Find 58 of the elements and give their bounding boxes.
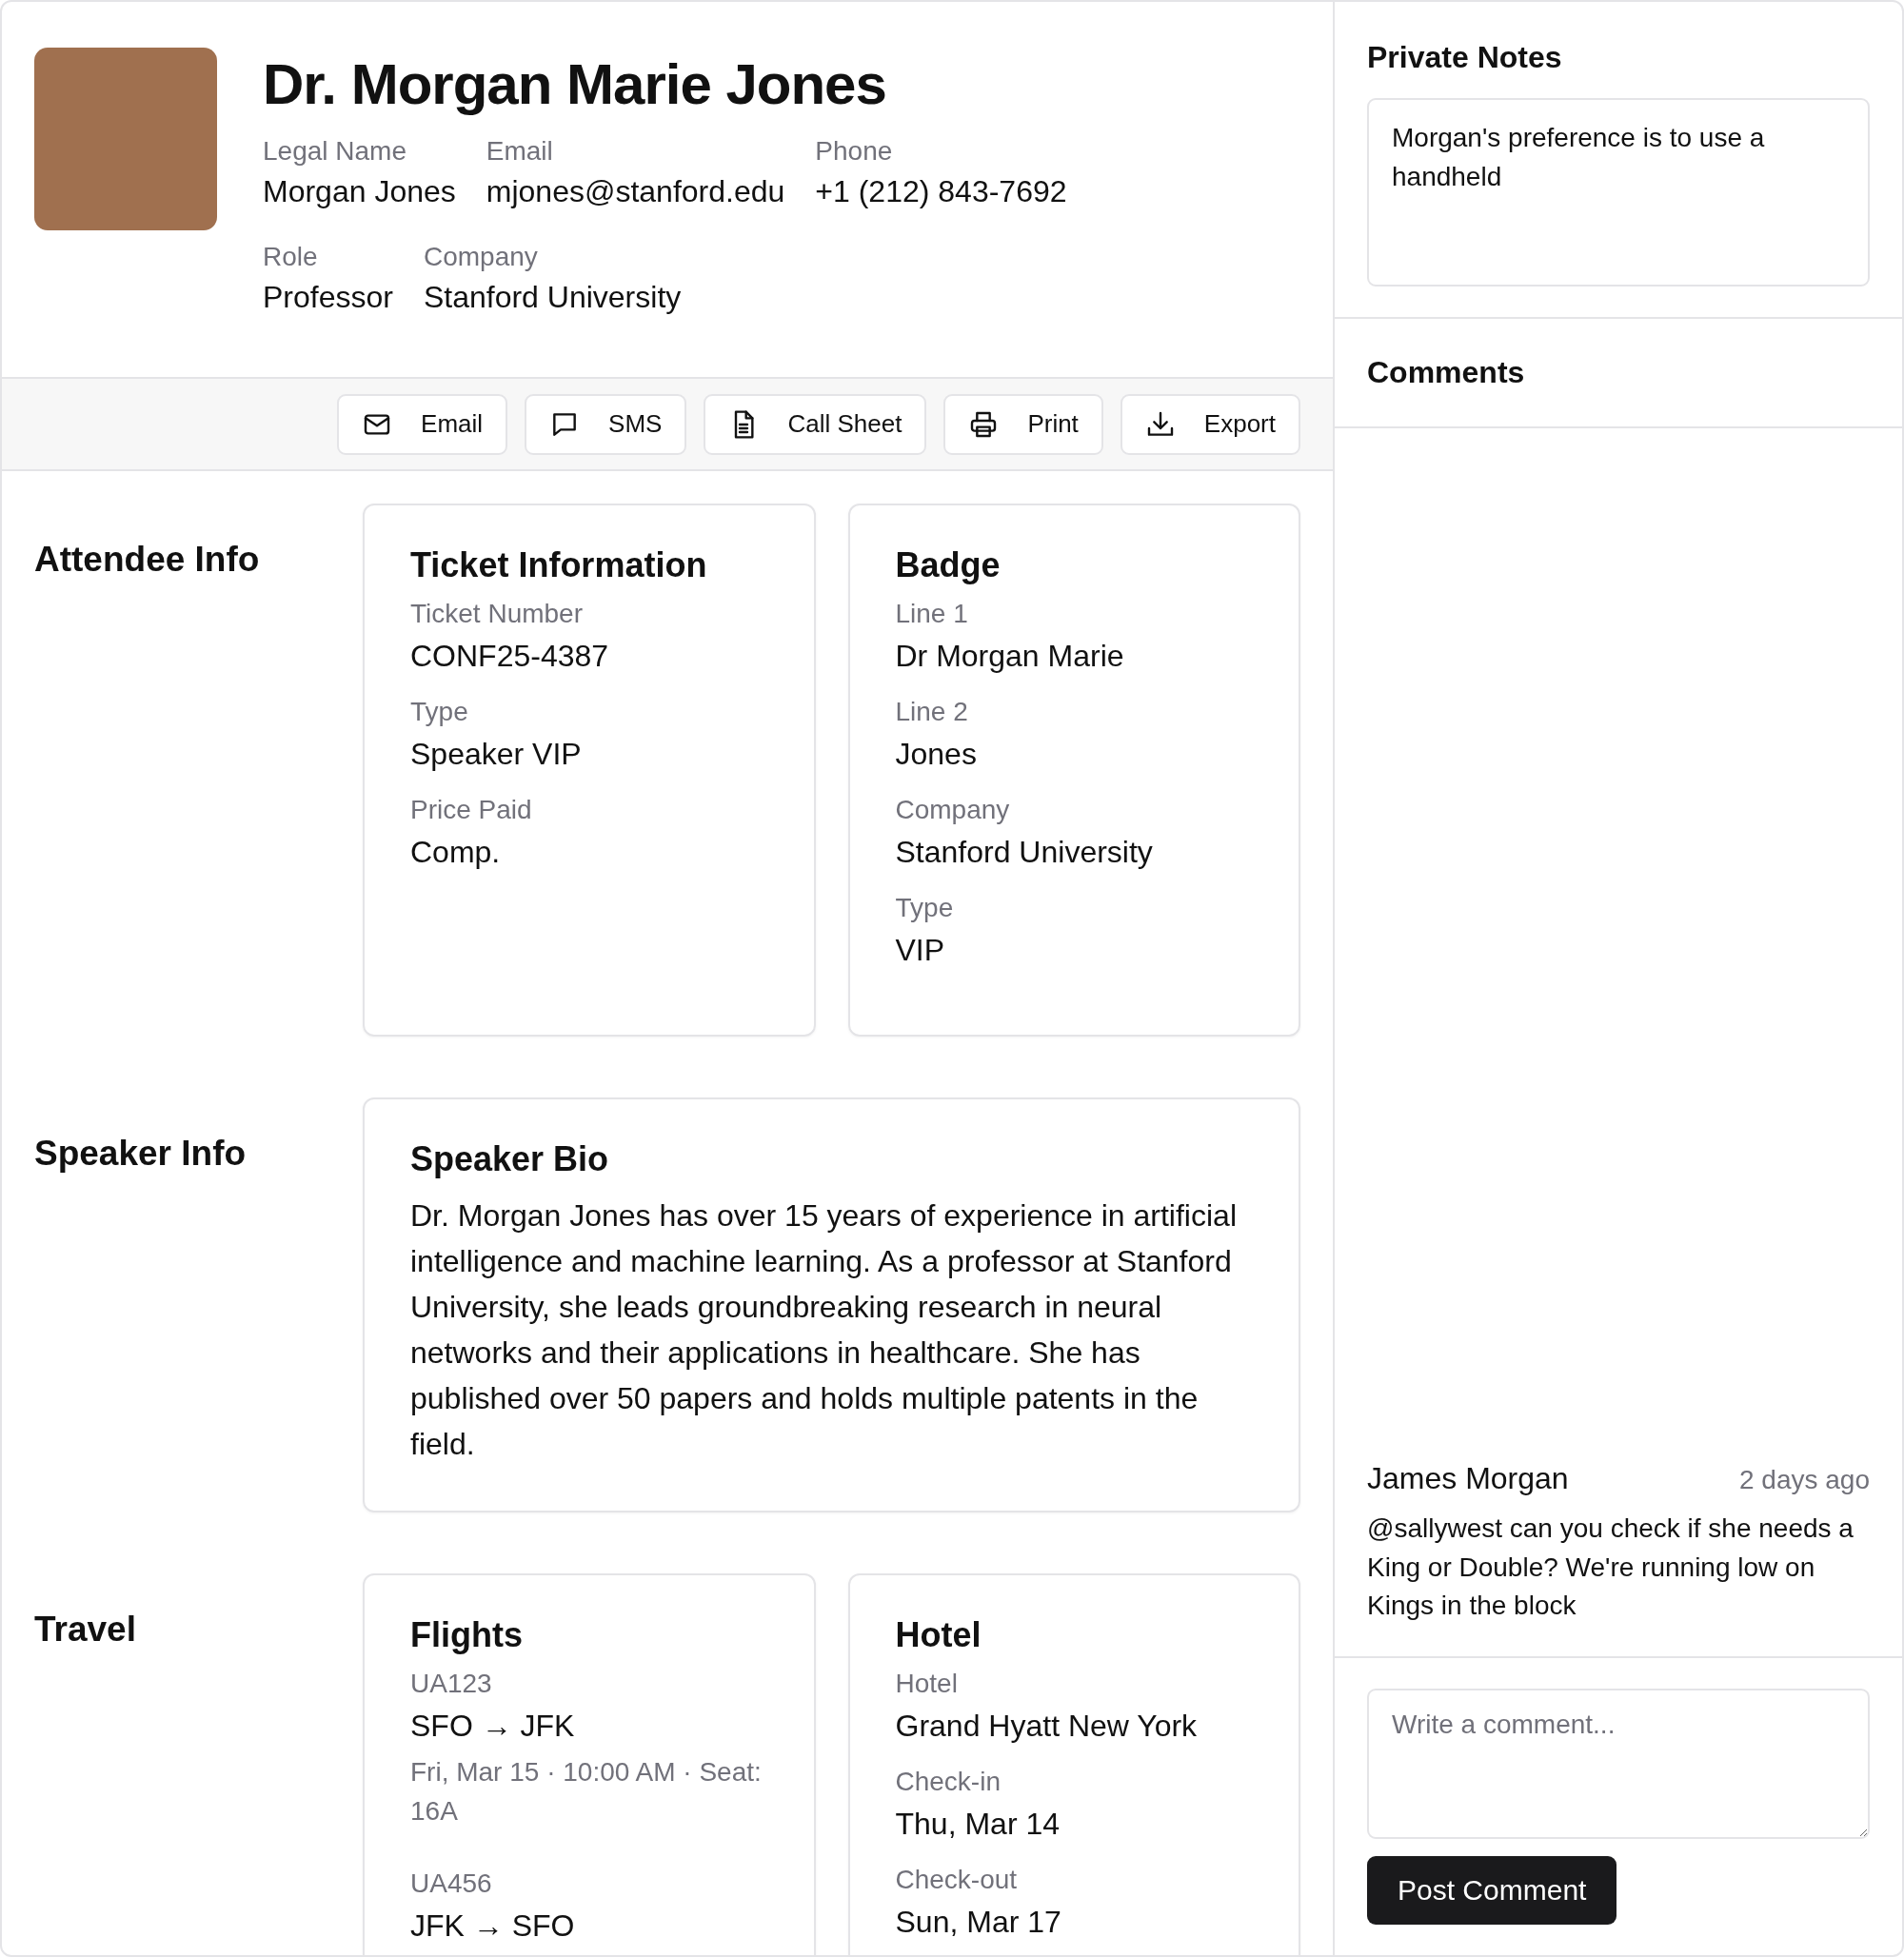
comment-author: James Morgan: [1367, 1461, 1569, 1497]
comment-time: 2 days ago: [1739, 1465, 1870, 1496]
bio-text: Dr. Morgan Jones has over 15 years of experience in artificial intelligence and machine learning. As a professor at Stanford University, she leads groundbreaking research in neural networks and their applications in healthcare. She has published over 50 papers and holds multiple patents in the field.: [410, 1197, 1238, 1463]
field-label: Line 1: [895, 599, 969, 629]
field-value: Thu, Mar 14: [895, 1807, 1061, 1842]
field-value: Speaker VIP: [410, 737, 583, 772]
field-label: Hotel: [895, 1669, 959, 1699]
post-comment-button[interactable]: Post Comment: [1367, 1856, 1617, 1925]
toolbar-button[interactable]: Call Sheet: [704, 393, 927, 455]
toolbar-button[interactable]: Email: [337, 393, 508, 455]
field-value: Professor: [263, 280, 393, 315]
notes-title: Private Notes: [1367, 40, 1563, 75]
section-title: Attendee Info: [34, 539, 261, 581]
field-value: Comp.: [410, 835, 502, 870]
field-value: Sun, Mar 17: [895, 1905, 1062, 1940]
field-value: Jones: [895, 737, 978, 772]
toolbar-button[interactable]: Print: [943, 393, 1103, 455]
card-title: Badge: [895, 545, 1002, 585]
toolbar-button[interactable]: SMS: [525, 393, 687, 455]
section-title: Speaker Info: [34, 1133, 248, 1175]
field-value: Dr Morgan Marie: [895, 639, 1125, 674]
field-label: Role: [263, 242, 319, 272]
field-value: +1 (212) 843-7692: [815, 174, 1067, 209]
flight-number: UA123: [410, 1669, 493, 1699]
toolbar-button[interactable]: Export: [1120, 393, 1300, 455]
flight-route: SFO → JFK: [410, 1709, 576, 1744]
field-label: Check-in: [895, 1767, 1002, 1797]
field-label: Check-out: [895, 1865, 1019, 1895]
flight-number: UA456: [410, 1868, 493, 1900]
field-label: Ticket Number: [410, 599, 584, 629]
card-title: Speaker Bio: [410, 1139, 610, 1179]
field-value: Stanford University: [423, 280, 682, 315]
field-label: Type: [895, 893, 955, 923]
field-label: Company: [423, 242, 539, 272]
field-label: Legal Name: [263, 136, 407, 167]
field-value: Grand Hyatt New York: [895, 1709, 1199, 1744]
field-label: Phone: [815, 136, 894, 167]
comment-field[interactable]: Write a comment...: [1367, 1689, 1870, 1839]
flight-route: JFK → SFO: [410, 1908, 576, 1945]
field-value: mjones@stanford.edu: [486, 174, 785, 209]
field-label: Type: [410, 697, 469, 727]
field-label: Line 2: [895, 697, 969, 727]
field-value: Morgan Jones: [263, 174, 456, 209]
notes-field[interactable]: Morgan's preference is to use a handheld: [1367, 98, 1870, 287]
person-name: Dr. Morgan Marie Jones: [263, 51, 887, 117]
card-title: Ticket Information: [410, 545, 708, 585]
section-title: Travel: [34, 1609, 137, 1651]
field-value: Stanford University: [895, 835, 1154, 870]
field-label: Email: [486, 136, 554, 167]
flight-detail: Fri, Mar 15 · 10:00 AM · Seat: 16A: [410, 1756, 763, 1828]
card-title: Flights: [410, 1615, 524, 1655]
field-value: VIP: [895, 933, 946, 968]
card-title: Hotel: [895, 1615, 982, 1655]
comment-text: @sallywest can you check if she needs a King or Double? We're running low on Kings in the block: [1367, 1512, 1854, 1623]
comments-title: Comments: [1367, 355, 1526, 390]
field-label: Company: [895, 795, 1011, 825]
field-label: Price Paid: [410, 795, 533, 825]
field-value: CONF25-4387: [410, 639, 610, 674]
